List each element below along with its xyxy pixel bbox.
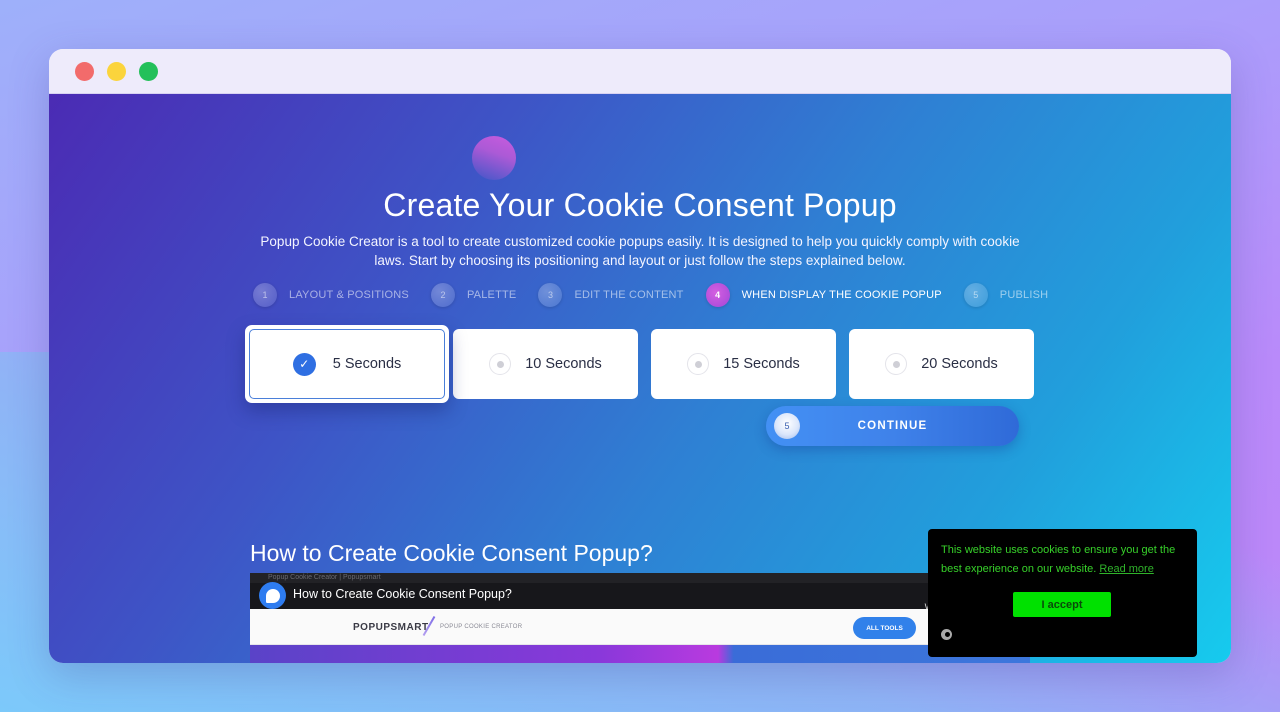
minimize-window-button[interactable] xyxy=(107,62,126,81)
continue-button[interactable]: 5 CONTINUE xyxy=(766,406,1019,446)
step-number: 2 xyxy=(430,283,455,307)
video-title[interactable]: How to Create Cookie Consent Popup? xyxy=(293,587,512,601)
stepper: 1 LAYOUT & POSITIONS 2 PALETTE 3 EDIT TH… xyxy=(253,283,1070,307)
video-tab-text: Popup Cookie Creator | Popupsmart xyxy=(268,574,381,581)
step-badge: 5 xyxy=(774,413,800,439)
video-player[interactable]: Popup Cookie Creator | Popupsmart How to… xyxy=(250,573,1030,663)
option-10-seconds[interactable]: 10 Seconds xyxy=(453,329,638,399)
step-layout-positions[interactable]: 1 LAYOUT & POSITIONS xyxy=(253,283,409,307)
browser-window: Create Your Cookie Consent Popup Popup C… xyxy=(49,49,1231,663)
option-label: 5 Seconds xyxy=(332,356,402,372)
step-number: 1 xyxy=(253,283,277,307)
step-label: LAYOUT & POSITIONS xyxy=(289,289,409,301)
accept-cookies-button[interactable]: I accept xyxy=(1013,592,1111,617)
step-label: PUBLISH xyxy=(999,289,1049,301)
cookie-message: This website uses cookies to ensure you … xyxy=(941,541,1184,579)
page-title: Create Your Cookie Consent Popup xyxy=(383,187,897,223)
option-15-seconds[interactable]: 15 Seconds xyxy=(651,329,836,399)
decorative-orb xyxy=(472,136,516,180)
step-publish[interactable]: 5 PUBLISH xyxy=(963,283,1049,307)
video-browser-tabstrip: Popup Cookie Creator | Popupsmart xyxy=(250,573,1030,583)
radio-icon xyxy=(489,353,512,375)
option-20-seconds[interactable]: 20 Seconds xyxy=(849,329,1034,399)
check-icon: ✓ xyxy=(292,352,316,376)
option-label: 10 Seconds xyxy=(525,356,602,372)
channel-logo-icon[interactable] xyxy=(259,582,286,609)
step-number: 5 xyxy=(963,283,988,307)
window-titlebar xyxy=(49,49,1231,94)
video-hero-banner xyxy=(250,645,1030,663)
option-label: 15 Seconds xyxy=(723,356,800,372)
page-subtitle: Popup Cookie Creator is a tool to create… xyxy=(260,234,1020,268)
radio-icon xyxy=(885,353,908,375)
radio-icon xyxy=(687,353,710,375)
step-when-display[interactable]: 4 WHEN DISPLAY THE COOKIE POPUP xyxy=(705,283,942,307)
step-label: WHEN DISPLAY THE COOKIE POPUP xyxy=(741,289,942,301)
brand-subtitle: POPUP COOKIE CREATOR xyxy=(440,624,523,630)
page-content: Create Your Cookie Consent Popup Popup C… xyxy=(49,94,1231,663)
popupsmart-logo-icon[interactable] xyxy=(941,629,952,640)
step-label: EDIT THE CONTENT xyxy=(574,289,684,301)
option-label: 20 Seconds xyxy=(921,356,998,372)
step-palette[interactable]: 2 PALETTE xyxy=(430,283,517,307)
brand-logo: POPUPSMART xyxy=(353,622,429,633)
video-site-nav: POPUPSMART POPUP COOKIE CREATOR ALL TOOL… xyxy=(250,609,1030,645)
read-more-link[interactable]: Read more xyxy=(1099,563,1153,575)
video-header: Popup Cookie Creator | Popupsmart How to… xyxy=(250,573,1030,612)
delay-options: ✓ 5 Seconds 10 Seconds 15 Seconds 20 Sec… xyxy=(245,325,1047,403)
close-window-button[interactable] xyxy=(75,62,94,81)
video-section-title: How to Create Cookie Consent Popup? xyxy=(250,540,653,566)
all-tools-button: ALL TOOLS xyxy=(853,617,916,639)
continue-label: CONTINUE xyxy=(857,420,928,432)
maximize-window-button[interactable] xyxy=(139,62,158,81)
option-5-seconds[interactable]: ✓ 5 Seconds xyxy=(245,325,449,403)
step-number: 3 xyxy=(538,283,563,307)
step-label: PALETTE xyxy=(466,289,517,301)
step-number: 4 xyxy=(705,283,730,307)
cookie-banner: This website uses cookies to ensure you … xyxy=(928,529,1197,657)
step-edit-content[interactable]: 3 EDIT THE CONTENT xyxy=(538,283,683,307)
